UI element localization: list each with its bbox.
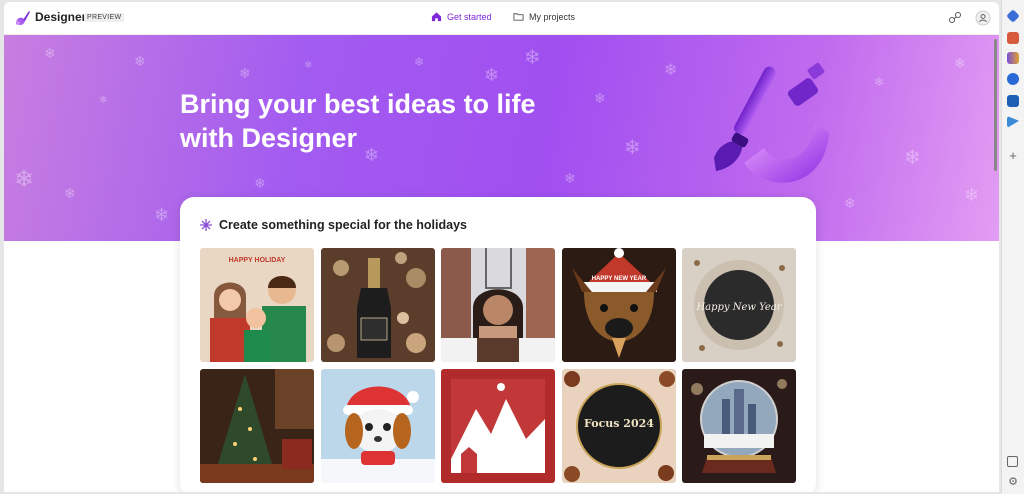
tile-text: Happy New Year: [695, 302, 782, 313]
hexagon-icon[interactable]: [1007, 73, 1019, 85]
christmas-tree-books-image[interactable]: [200, 369, 314, 483]
tag-icon[interactable]: [1006, 9, 1020, 23]
snowflake-icon: ❄: [254, 175, 266, 191]
snowflake-icon: ❄: [624, 137, 641, 159]
tab-label: Get started: [447, 11, 492, 22]
folder-icon: [513, 13, 524, 21]
tab-label: My projects: [529, 11, 576, 22]
snowflake-icon: ❄: [904, 147, 921, 169]
holidays-title: Create something special for the holiday…: [219, 218, 467, 232]
snowflake-icon: ❄: [564, 170, 576, 186]
add-icon[interactable]: +: [1007, 149, 1019, 162]
send-icon[interactable]: [1007, 116, 1019, 128]
browser-side-rail: + ⚙: [1001, 0, 1024, 494]
preview-badge: PREVIEW: [84, 13, 125, 22]
tile-text: HAPPY NEW YEAR: [592, 276, 647, 282]
designer-app: Designer PREVIEW Get started My projects…: [4, 2, 999, 492]
tile-text: Focus 2024: [584, 417, 654, 430]
snowflake-icon: ❄: [874, 75, 885, 89]
outlook-icon[interactable]: [1007, 95, 1019, 107]
share-icon[interactable]: [947, 10, 963, 26]
home-icon: [431, 12, 442, 22]
hero-title-line1: Bring your best ideas to life: [180, 89, 536, 119]
tile-text: HAPPY HOLIDAY: [229, 257, 286, 264]
scrollbar-thumb[interactable]: [994, 39, 997, 171]
app-brand: Designer: [35, 10, 87, 24]
focus-2024-image[interactable]: Focus 2024: [562, 369, 676, 483]
snowflake-icon: ❄: [99, 95, 108, 106]
snowflake-icon: ❄: [964, 185, 980, 205]
snow-globe-city-image[interactable]: [682, 369, 796, 483]
top-bar: Designer PREVIEW Get started My projects: [4, 2, 999, 35]
paper-cut-mountains-image[interactable]: [441, 369, 555, 483]
girl-in-snowy-city-image[interactable]: [441, 248, 555, 362]
designer-logo-icon[interactable]: [12, 8, 32, 28]
tab-my-projects[interactable]: My projects: [513, 11, 575, 22]
paintbrush-icon: [714, 62, 829, 183]
snowflake-icon: [200, 219, 212, 231]
snowflake-icon: ❄: [44, 45, 56, 61]
tab-get-started[interactable]: Get started: [431, 11, 492, 22]
champagne-bottle-image[interactable]: [321, 248, 435, 362]
hero-title-line2: with Designer: [180, 123, 358, 153]
snowflake-icon: ❄: [524, 47, 541, 69]
vertical-scrollbar[interactable]: [993, 35, 999, 492]
split-view-icon[interactable]: [1007, 456, 1018, 467]
snowflake-icon: ❄: [414, 55, 425, 69]
snowflake-icon: ❄: [844, 195, 856, 211]
figure-icon[interactable]: [1007, 52, 1019, 64]
profile-icon[interactable]: [975, 10, 991, 26]
snowflake-icon: ❄: [14, 166, 35, 193]
holidays-card: Create something special for the holiday…: [180, 197, 816, 492]
family-portrait-image[interactable]: HAPPY HOLIDAY: [200, 248, 314, 362]
happy-new-year-lettering-image[interactable]: Happy New Year: [682, 248, 796, 362]
settings-icon[interactable]: ⚙: [1007, 476, 1019, 488]
snowflake-icon: ❄: [484, 65, 500, 85]
briefcase-icon[interactable]: [1007, 32, 1019, 44]
snowflake-icon: ❄: [954, 55, 966, 71]
snowflake-icon: ❄: [134, 53, 146, 69]
puppy-in-santa-hat-image[interactable]: [321, 369, 435, 483]
snowflake-icon: ❄: [664, 62, 678, 79]
snowflake-icon: ❄: [154, 205, 170, 225]
snowflake-icon: ❄: [239, 65, 251, 81]
snowflake-icon: ❄: [304, 60, 313, 71]
snowflake-icon: ❄: [64, 185, 76, 201]
hero-title: Bring your best ideas to life with Desig…: [180, 87, 600, 155]
dog-in-santa-hat-image[interactable]: HAPPY NEW YEAR: [562, 248, 676, 362]
